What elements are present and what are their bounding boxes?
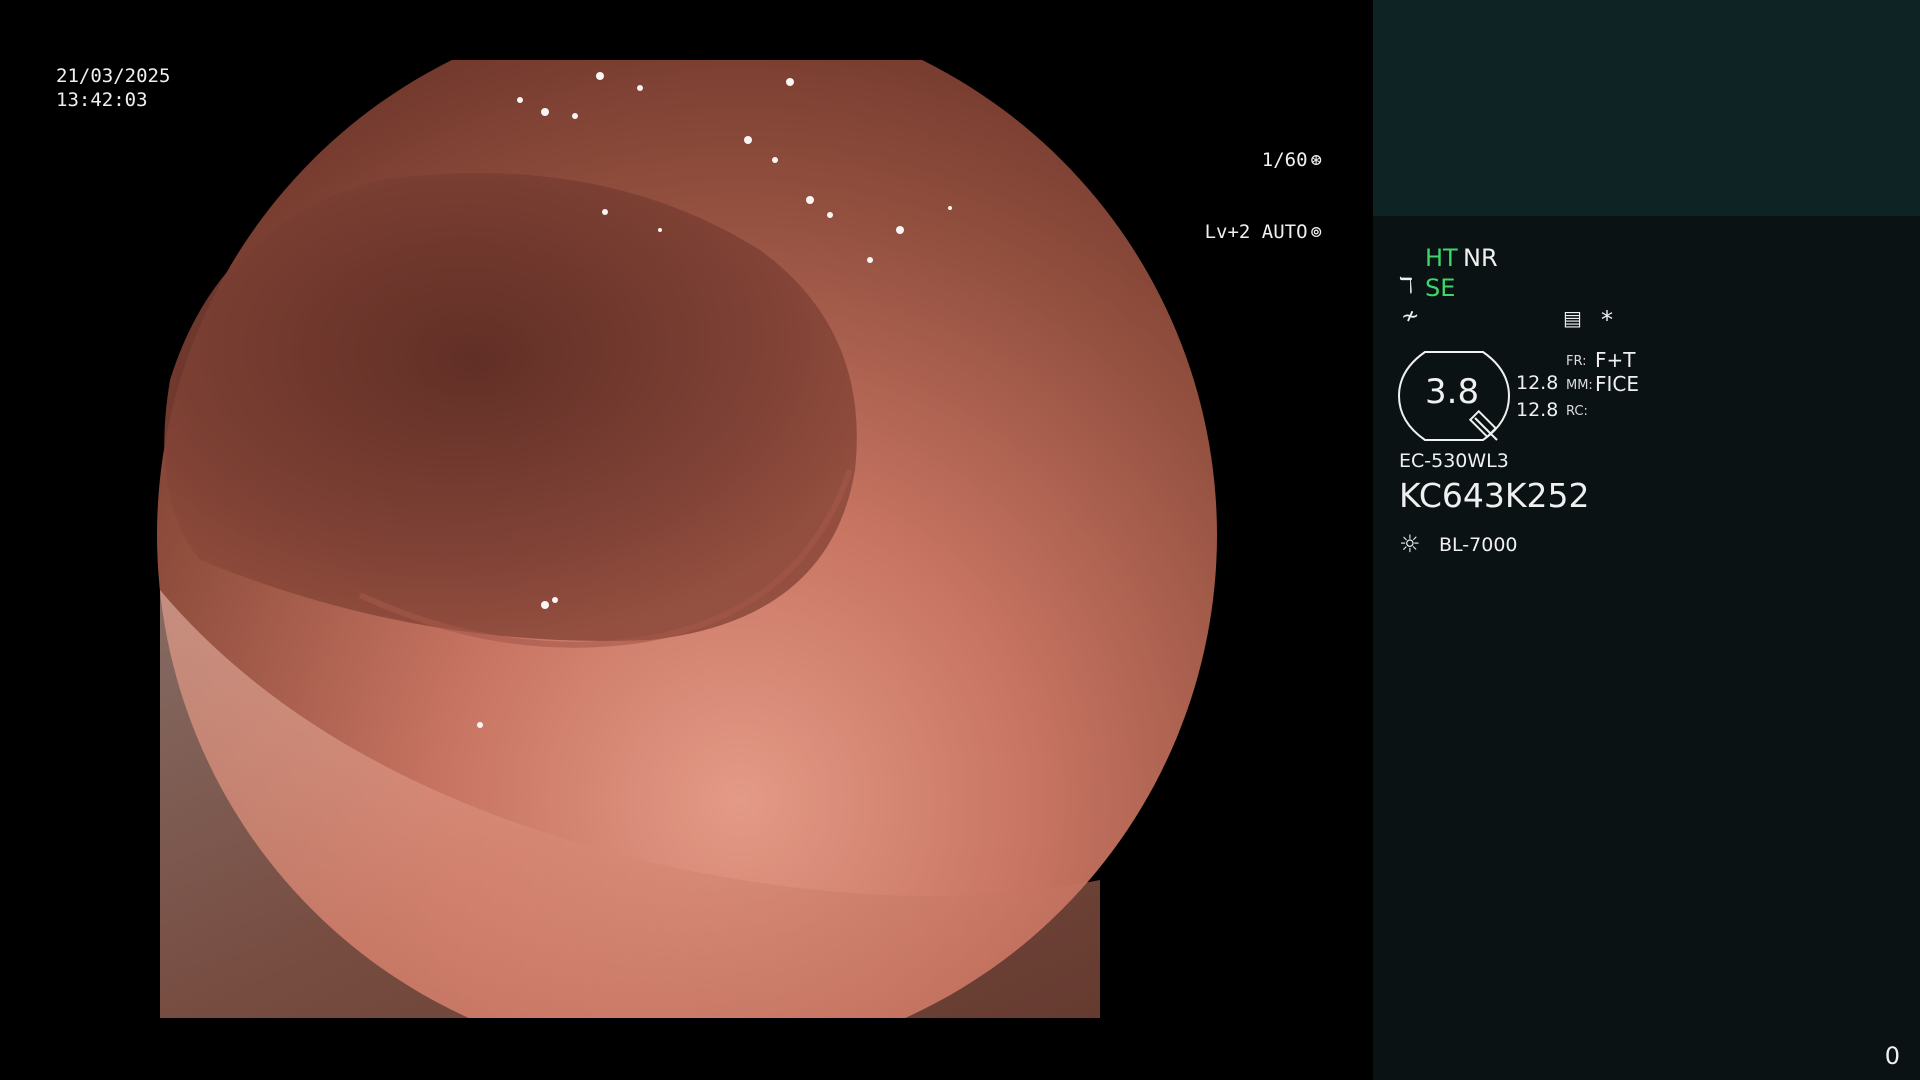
se-indicator: SE — [1425, 274, 1456, 302]
level-mode-text: Lv+2 AUTO — [1204, 221, 1308, 243]
mm-value: FICE — [1595, 372, 1640, 396]
scope-model: EC-530WL3 — [1399, 450, 1509, 472]
asterisk-indicator: * — [1601, 306, 1613, 334]
light-source-icon: ☼ — [1399, 530, 1421, 558]
date-text: 21/03/2025 — [56, 65, 171, 87]
value-top: 12.8 — [1516, 372, 1559, 394]
rc-label: RC: — [1566, 404, 1588, 419]
distal-attachment-icon: ≁ — [1401, 304, 1420, 329]
time-text: 13:42:03 — [56, 89, 148, 111]
nr-indicator: NR — [1463, 244, 1498, 272]
status-panel-header — [1373, 0, 1920, 216]
fr-value: F+T — [1595, 348, 1636, 372]
memo-icon: ▤ — [1563, 306, 1582, 330]
exposure-block: 1/60 ⊛ Lv+2 AUTO ⊚ — [1205, 100, 1322, 292]
shutter-icon: ⊛ — [1310, 149, 1322, 171]
scope-tip-icon: ℸ — [1399, 274, 1414, 299]
date-time-block: 21/03/2025 13:42:03 — [56, 64, 170, 112]
frame-counter: 0 — [1884, 1042, 1900, 1070]
endoscopic-image — [157, 60, 1217, 1018]
zoom-value: 3.8 — [1425, 372, 1480, 412]
fr-label: FR: — [1566, 354, 1587, 369]
shutter-row: 1/60 ⊛ — [1205, 148, 1322, 172]
status-panel: HT NR ℸ SE ≁ ▤ * 3.8 12.8 12.8 FR: F+T M… — [1373, 0, 1920, 1080]
scope-serial: KC643K252 — [1399, 476, 1590, 515]
value-bottom: 12.8 — [1516, 399, 1559, 421]
light-source-model: BL-7000 — [1439, 534, 1518, 556]
level-row: Lv+2 AUTO ⊚ — [1205, 220, 1322, 244]
mm-label: MM: — [1566, 378, 1593, 393]
auto-iris-icon: ⊚ — [1310, 221, 1322, 243]
ht-indicator: HT — [1425, 244, 1458, 272]
shutter-text: 1/60 — [1261, 149, 1308, 171]
endoscope-video-area: 21/03/2025 13:42:03 1/60 ⊛ Lv+2 AUTO ⊚ — [0, 0, 1372, 1080]
